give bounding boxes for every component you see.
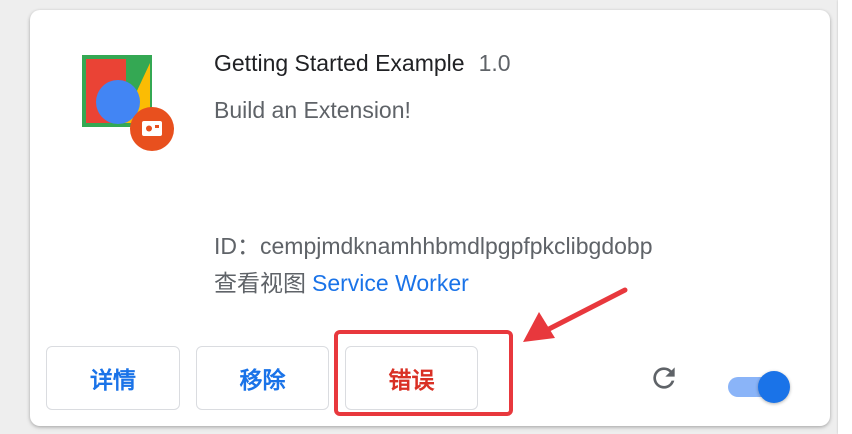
adjacent-card-edge (838, 0, 852, 434)
service-worker-link[interactable]: Service Worker (312, 270, 469, 296)
extension-description: Build an Extension! (214, 97, 411, 123)
enable-toggle[interactable] (728, 371, 790, 403)
extension-logo-icon (82, 55, 174, 151)
extension-name: Getting Started Example (214, 50, 465, 76)
extension-version: 1.0 (478, 50, 511, 76)
reload-icon[interactable] (648, 362, 680, 394)
id-value: cempjmdknamhhbmdlpgpfpkclibgdobp (260, 233, 653, 259)
views-label: 查看视图 (214, 270, 306, 296)
id-label: ID： (214, 233, 260, 259)
extension-id: ID：cempjmdknamhhbmdlpgpfpkclibgdobp (214, 227, 653, 261)
toggle-knob (758, 371, 790, 403)
details-button[interactable]: 详情 (46, 346, 180, 410)
extension-title: Getting Started Example 1.0 (214, 50, 511, 77)
remove-button[interactable]: 移除 (196, 346, 329, 410)
inspect-views: 查看视图 Service Worker (214, 264, 469, 298)
annotation-highlight-box (334, 330, 513, 416)
annotation-arrow-icon (523, 287, 628, 342)
